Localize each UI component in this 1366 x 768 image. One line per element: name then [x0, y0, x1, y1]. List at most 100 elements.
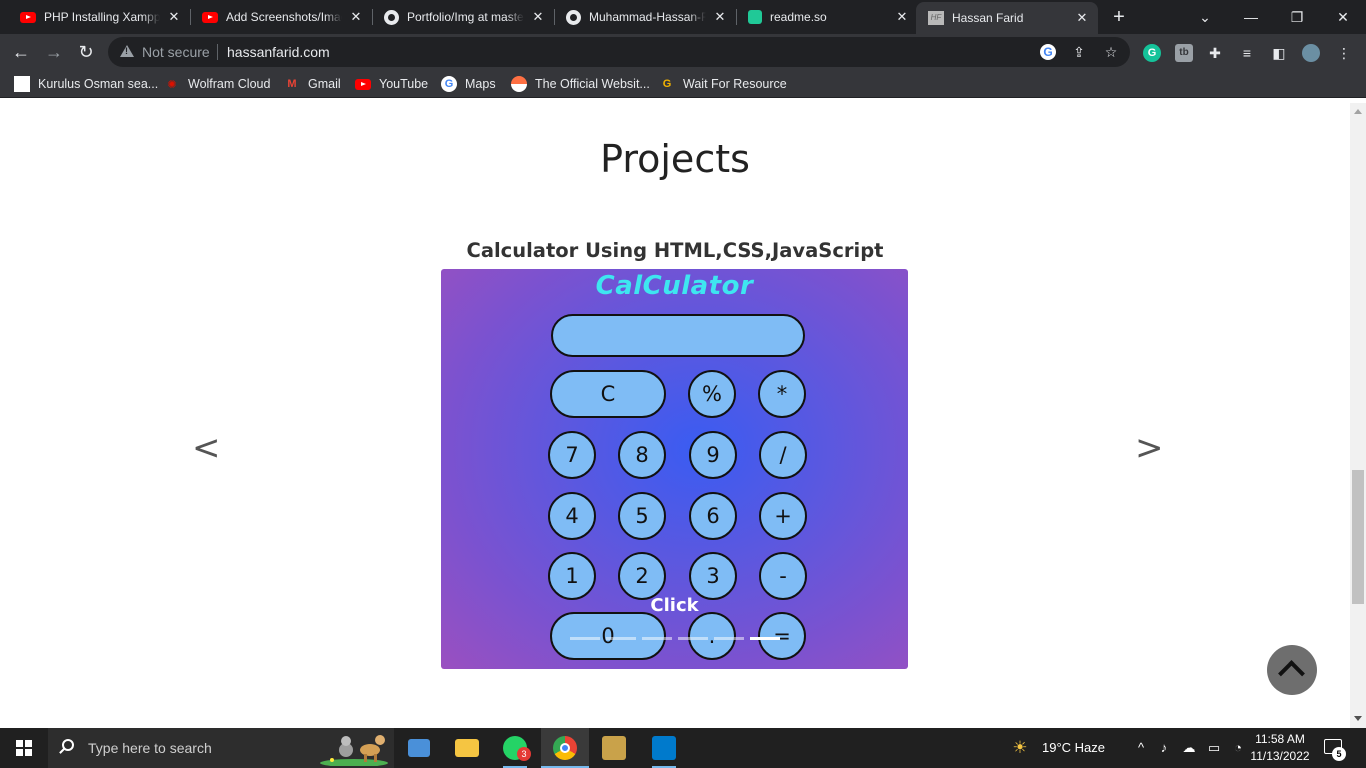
url-text[interactable]: hassanfarid.com — [227, 44, 330, 60]
forward-button[interactable]: → — [42, 40, 66, 64]
bookmark-wait-for-resource[interactable]: G Wait For Resource — [659, 75, 787, 93]
onedrive-icon[interactable]: ☁ — [1181, 740, 1197, 756]
extension-icon[interactable]: tb — [1175, 44, 1193, 62]
bookmark-maps[interactable]: G Maps — [441, 75, 496, 93]
package-icon — [602, 736, 626, 760]
notification-badge: 3 — [517, 747, 531, 761]
g-icon: G — [662, 78, 672, 90]
carousel-dot[interactable] — [642, 637, 672, 640]
browser-toolbar: ← → ↻ Not secure hassanfarid.com G ⇪ ☆ G… — [0, 34, 1366, 70]
grammarly-icon[interactable]: G — [1143, 44, 1161, 62]
reload-button[interactable]: ↻ — [74, 40, 98, 64]
close-icon[interactable]: ✕ — [530, 9, 546, 25]
taskbar-app-whatsapp[interactable]: 3 — [491, 728, 539, 768]
bookmarks-bar: Kurulus Osman sea... ✺ Wolfram Cloud M G… — [0, 70, 1366, 98]
puzzle-icon[interactable]: ✚ — [1206, 44, 1224, 62]
tab-title: PHP Installing Xampp — [44, 10, 160, 24]
bookmark-label: Kurulus Osman sea... — [38, 77, 159, 91]
taskbar-search-box[interactable]: Type here to search — [48, 728, 394, 768]
github-icon — [566, 9, 581, 25]
close-icon[interactable]: ✕ — [166, 9, 182, 25]
taskbar-app-file-explorer[interactable] — [443, 728, 491, 768]
tab-title: Muhammad-Hassan-Farid — [589, 10, 706, 24]
calc-button-multiply: * — [758, 370, 806, 418]
side-panel-icon[interactable]: ◧ — [1270, 44, 1288, 62]
bookmark-wolfram-cloud[interactable]: ✺ Wolfram Cloud — [164, 75, 270, 93]
click-caption[interactable]: Click — [441, 595, 908, 616]
taskbar-app-vscode[interactable] — [640, 728, 688, 768]
tab-portfolio-img[interactable]: Portfolio/Img at master ✕ — [372, 4, 554, 30]
bookmark-youtube[interactable]: YouTube — [355, 75, 428, 93]
system-clock[interactable]: 11:58 AM 11/13/2022 — [1244, 731, 1316, 765]
close-icon[interactable]: ✕ — [712, 9, 728, 25]
minimize-button[interactable]: — — [1228, 0, 1274, 34]
carousel-dot[interactable] — [678, 637, 708, 640]
taskbar-app-package[interactable] — [590, 728, 638, 768]
weather-icon[interactable]: ☀ — [1012, 738, 1028, 758]
security-label[interactable]: Not secure — [142, 44, 210, 60]
carousel-indicators — [570, 637, 780, 640]
close-icon[interactable]: ✕ — [894, 9, 910, 25]
calc-button-3: 3 — [689, 552, 737, 600]
bookmark-kurulus-osman[interactable]: Kurulus Osman sea... — [14, 75, 158, 93]
calc-button-1: 1 — [548, 552, 596, 600]
star-icon[interactable]: ☆ — [1103, 44, 1119, 60]
calc-button-clear: C — [550, 370, 666, 418]
restore-button[interactable]: ❐ — [1274, 0, 1320, 34]
share-icon[interactable]: ⇪ — [1071, 44, 1087, 60]
weather-text[interactable]: 19°C Haze — [1042, 740, 1105, 755]
menu-kebab-icon[interactable]: ⋮ — [1335, 44, 1353, 62]
scroll-down-arrow-icon[interactable] — [1354, 716, 1362, 721]
back-button[interactable]: ← — [9, 40, 33, 64]
tab-readme-so[interactable]: readme.so ✕ — [736, 4, 918, 30]
scrollbar-thumb[interactable] — [1352, 470, 1364, 604]
notification-count: 5 — [1332, 747, 1346, 761]
close-window-button[interactable]: ✕ — [1320, 0, 1366, 34]
chevron-up-icon[interactable]: ^ — [1133, 740, 1149, 755]
carousel-prev-button[interactable]: < — [192, 428, 221, 468]
carousel-dot-active[interactable] — [750, 637, 780, 640]
bookmark-label: Wait For Resource — [683, 77, 787, 91]
calc-button-7: 7 — [548, 431, 596, 479]
tab-title: Hassan Farid — [952, 11, 1024, 25]
calc-button-divide: / — [759, 431, 807, 479]
scroll-to-top-button[interactable] — [1267, 645, 1317, 695]
google-lens-icon[interactable]: G — [1040, 44, 1056, 60]
tab-add-screenshots[interactable]: Add Screenshots/Images ✕ — [190, 4, 372, 30]
tab-muhammad-hassan[interactable]: Muhammad-Hassan-Farid ✕ — [554, 4, 736, 30]
media-control-icon[interactable]: ≡ — [1238, 44, 1256, 62]
project-screenshot-calculator[interactable]: CalCulator C % * 7 8 9 / 4 5 6 + 1 2 3 -… — [441, 269, 908, 669]
tab-hassan-farid[interactable]: HF Hassan Farid ✕ — [916, 2, 1098, 34]
scroll-up-arrow-icon[interactable] — [1354, 109, 1362, 114]
warning-icon[interactable] — [120, 45, 134, 57]
taskbar-app-chrome[interactable] — [541, 728, 589, 768]
battery-icon[interactable]: ▭ — [1206, 740, 1222, 756]
profile-avatar[interactable] — [1302, 44, 1320, 62]
volume-icon[interactable]: ♪ — [1156, 740, 1172, 755]
search-icon — [62, 739, 74, 751]
bookmark-official-website[interactable]: The Official Websit... — [511, 75, 650, 93]
page-scrollbar[interactable] — [1350, 103, 1366, 728]
carousel-dot[interactable] — [714, 637, 744, 640]
folder-icon — [455, 739, 479, 757]
windows-start-icon[interactable] — [16, 740, 32, 756]
bookmark-label: Wolfram Cloud — [188, 77, 271, 91]
page-content: Projects Calculator Using HTML,CSS,JavaS… — [0, 103, 1350, 728]
taskbar-app-task-view[interactable] — [395, 728, 443, 768]
carousel-next-button[interactable]: > — [1135, 428, 1164, 468]
bookmark-label: The Official Websit... — [535, 77, 650, 91]
carousel-dot[interactable] — [570, 637, 600, 640]
bookmark-gmail[interactable]: M Gmail — [284, 75, 340, 93]
google-icon: G — [441, 76, 457, 92]
youtube-icon — [202, 11, 218, 23]
tab-php-xampp[interactable]: PHP Installing Xampp ✕ — [8, 4, 190, 30]
calc-button-6: 6 — [689, 492, 737, 540]
new-tab-button[interactable]: + — [1110, 6, 1128, 28]
tab-search-button[interactable]: ⌄ — [1182, 0, 1228, 34]
carousel-dot[interactable] — [606, 637, 636, 640]
chrome-icon — [553, 736, 577, 760]
close-icon[interactable]: ✕ — [348, 9, 364, 25]
clock-date: 11/13/2022 — [1250, 749, 1310, 763]
address-bar[interactable]: Not secure hassanfarid.com G ⇪ ☆ — [108, 37, 1130, 67]
close-icon[interactable]: ✕ — [1074, 10, 1090, 26]
